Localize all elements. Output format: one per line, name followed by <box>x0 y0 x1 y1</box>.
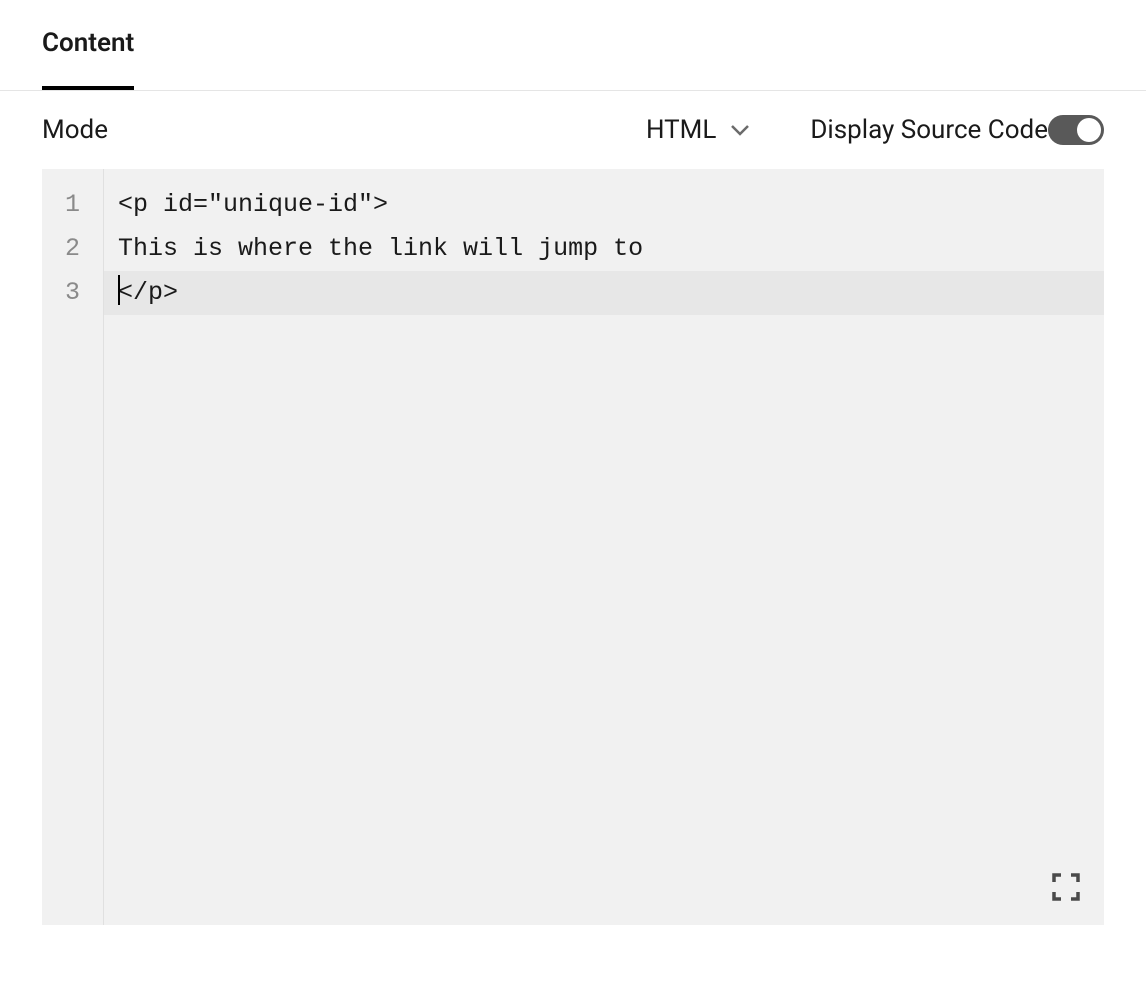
display-source-code-label: Display Source Code <box>810 115 1048 145</box>
code-gutter: 1 2 3 <box>42 169 104 925</box>
tabs-row: Content <box>0 0 1146 91</box>
line-number: 1 <box>42 183 103 227</box>
fullscreen-icon[interactable] <box>1050 871 1082 903</box>
text-cursor <box>118 275 120 305</box>
mode-label: Mode <box>42 115 108 145</box>
code-area[interactable]: <p id="unique-id"> This is where the lin… <box>104 169 1104 925</box>
line-number: 3 <box>42 271 103 315</box>
code-editor[interactable]: 1 2 3 <p id="unique-id"> This is where t… <box>42 169 1104 925</box>
line-number: 2 <box>42 227 103 271</box>
code-text: </p> <box>118 278 178 307</box>
display-source-code-toggle[interactable] <box>1048 115 1104 145</box>
chevron-down-icon <box>730 120 750 140</box>
code-line[interactable]: This is where the link will jump to <box>118 227 1104 271</box>
code-line[interactable]: <p id="unique-id"> <box>118 183 1104 227</box>
mode-value: HTML <box>646 115 716 145</box>
code-line-active[interactable]: </p> <box>104 271 1104 315</box>
mode-select[interactable]: HTML <box>646 115 750 145</box>
tab-content[interactable]: Content <box>42 0 134 90</box>
controls-row: Mode HTML Display Source Code <box>0 91 1146 169</box>
toggle-knob <box>1077 118 1101 142</box>
